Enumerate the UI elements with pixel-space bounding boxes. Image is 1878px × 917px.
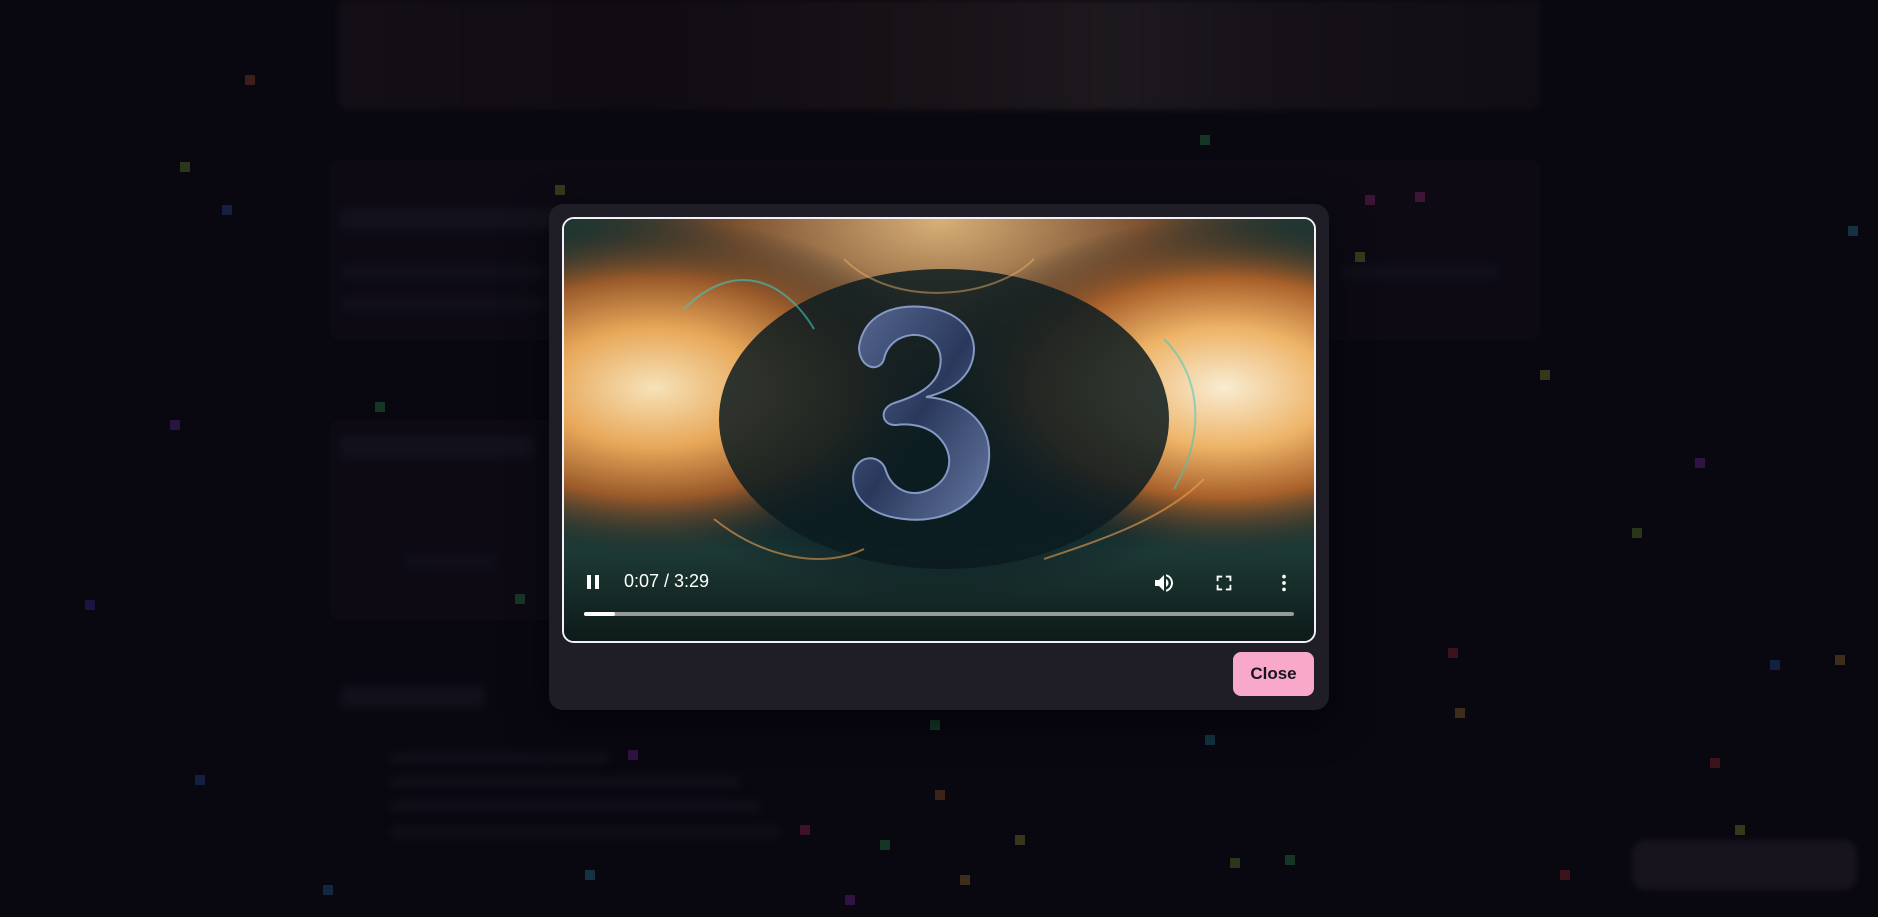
- more-options-button[interactable]: [1270, 569, 1298, 597]
- time-display: 0:07 / 3:29: [624, 571, 710, 591]
- close-button[interactable]: Close: [1233, 652, 1314, 696]
- video-controls-bar: [564, 549, 1314, 641]
- fullscreen-icon: [1216, 575, 1232, 591]
- fullscreen-button[interactable]: [1210, 569, 1238, 597]
- pause-button[interactable]: [580, 569, 606, 595]
- volume-button[interactable]: [1150, 569, 1178, 597]
- video-modal: 0:07 / 3:29 Close: [549, 204, 1329, 710]
- video-progress-bar[interactable]: [584, 612, 1294, 616]
- video-player[interactable]: 0:07 / 3:29: [562, 217, 1316, 643]
- more-options-icon: [1282, 574, 1286, 592]
- volume-icon: [1155, 574, 1173, 592]
- video-progress-fill: [584, 612, 615, 616]
- pause-icon: [587, 575, 599, 589]
